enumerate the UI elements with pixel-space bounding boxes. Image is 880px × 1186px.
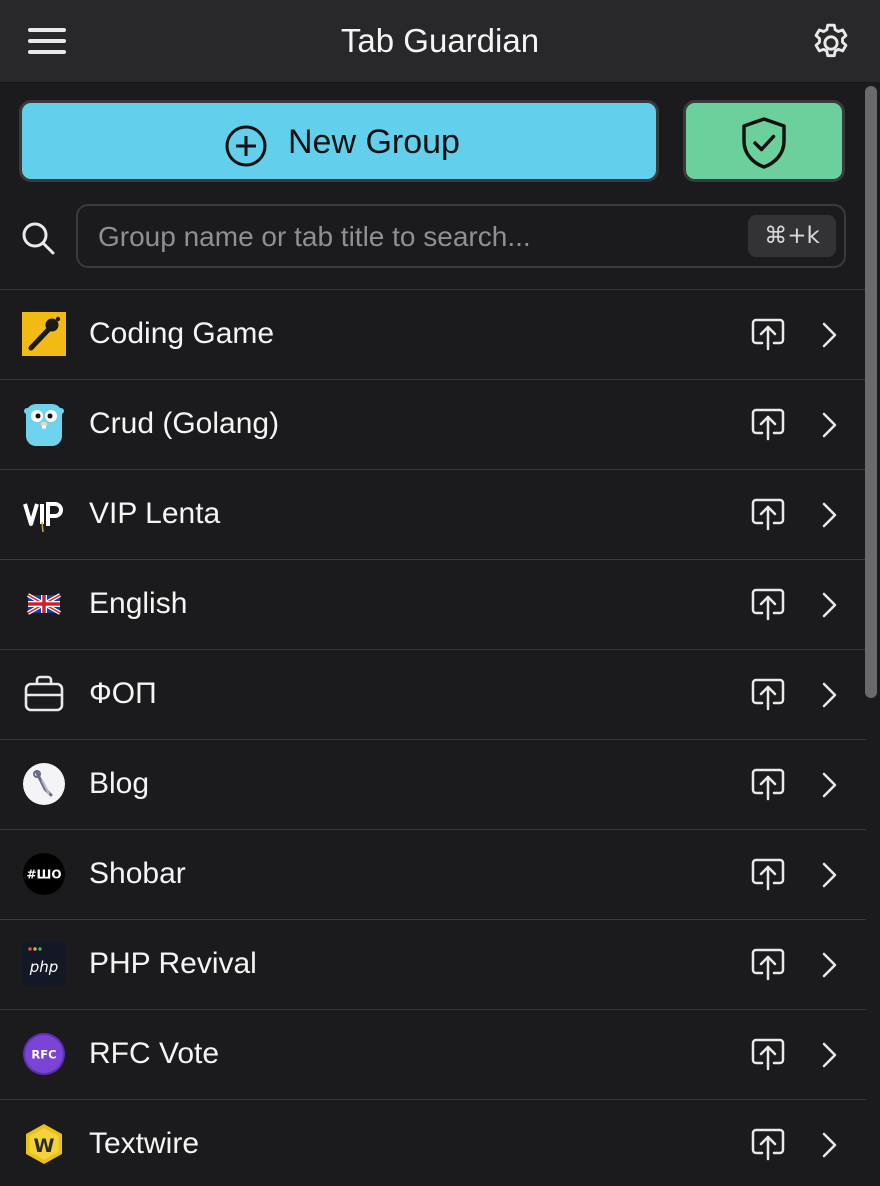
new-group-label: New Group [288, 123, 460, 161]
chevron-right-icon[interactable] [818, 591, 840, 619]
uk-flag-icon [27, 593, 61, 615]
upload-open-icon[interactable] [750, 406, 786, 442]
search-input[interactable] [96, 220, 740, 254]
upload-open-icon[interactable] [750, 586, 786, 622]
svg-text:RFC: RFC [31, 1048, 56, 1062]
chevron-right-icon[interactable] [818, 771, 840, 799]
upload-open-icon[interactable] [750, 676, 786, 712]
group-row-blog[interactable]: Blog [0, 739, 866, 829]
vip-logo-icon [23, 502, 63, 533]
upload-open-icon[interactable] [750, 856, 786, 892]
group-row-fop[interactable]: ФОП [0, 649, 866, 739]
upload-open-icon[interactable] [750, 1126, 786, 1162]
group-row-english[interactable]: English [0, 559, 866, 649]
svg-text:php: php [29, 958, 59, 976]
php-logo-icon: php [22, 942, 66, 986]
upload-open-icon[interactable] [750, 496, 786, 532]
group-row-rfc-vote[interactable]: RFC RFC Vote [0, 1009, 866, 1099]
group-name: Textwire [89, 1127, 200, 1160]
guard-button[interactable] [683, 100, 845, 182]
upload-open-icon[interactable] [750, 766, 786, 802]
group-row-php-revival[interactable]: php PHP Revival [0, 919, 866, 1009]
group-row-vip-lenta[interactable]: VIP Lenta [0, 469, 866, 559]
blog-logo-icon [23, 763, 65, 805]
group-row-shobar[interactable]: #ШО Shobar [0, 829, 866, 919]
search-shortcut-badge: ⌘+k [748, 215, 836, 257]
app-title: Tab Guardian [340, 22, 540, 59]
group-row-crud-golang[interactable]: Crud (Golang) [0, 379, 866, 469]
chevron-right-icon[interactable] [818, 321, 840, 349]
svg-text:#ШО: #ШО [26, 868, 61, 882]
chevron-right-icon[interactable] [818, 861, 840, 889]
chevron-right-icon[interactable] [818, 411, 840, 439]
shobar-logo-icon: #ШО [23, 853, 65, 895]
textwire-logo-icon: W [26, 1124, 62, 1164]
scrollbar-thumb[interactable] [865, 86, 877, 698]
group-name: English [89, 587, 188, 620]
search-icon [22, 222, 55, 255]
upload-open-icon[interactable] [750, 316, 786, 352]
chevron-right-icon[interactable] [818, 1131, 840, 1159]
svg-text:W: W [34, 1135, 55, 1157]
plus-circle-icon [225, 125, 267, 167]
main-content: New Group ⌘+k Coding Game [0, 82, 866, 1186]
top-bar: Tab Guardian [0, 0, 880, 83]
briefcase-icon [24, 675, 64, 712]
chevron-right-icon[interactable] [818, 501, 840, 529]
chevron-right-icon[interactable] [818, 681, 840, 709]
rfc-logo-icon: RFC [23, 1033, 65, 1075]
chevron-right-icon[interactable] [818, 951, 840, 979]
search-box: ⌘+k [76, 204, 846, 268]
group-name: Coding Game [89, 317, 275, 350]
golang-gopher-icon [24, 404, 64, 446]
group-row-textwire[interactable]: W Textwire [0, 1099, 866, 1186]
upload-open-icon[interactable] [750, 946, 786, 982]
new-group-button[interactable]: New Group [19, 100, 659, 182]
gear-icon[interactable] [808, 20, 854, 66]
group-row-coding-game[interactable]: Coding Game [0, 289, 866, 379]
upload-open-icon[interactable] [750, 1036, 786, 1072]
group-name: Shobar [89, 857, 186, 890]
group-name: Crud (Golang) [89, 407, 280, 440]
group-name: PHP Revival [89, 947, 257, 980]
group-name: RFC Vote [89, 1037, 220, 1070]
group-name: Blog [89, 767, 150, 800]
codingame-icon [22, 312, 66, 356]
chevron-right-icon[interactable] [818, 1041, 840, 1069]
group-name: ФОП [89, 677, 157, 710]
group-name: VIP Lenta [89, 497, 221, 530]
shield-check-icon [742, 117, 786, 169]
group-list: Coding Game Crud (Golang) VIP Lenta Engl… [0, 289, 866, 1186]
